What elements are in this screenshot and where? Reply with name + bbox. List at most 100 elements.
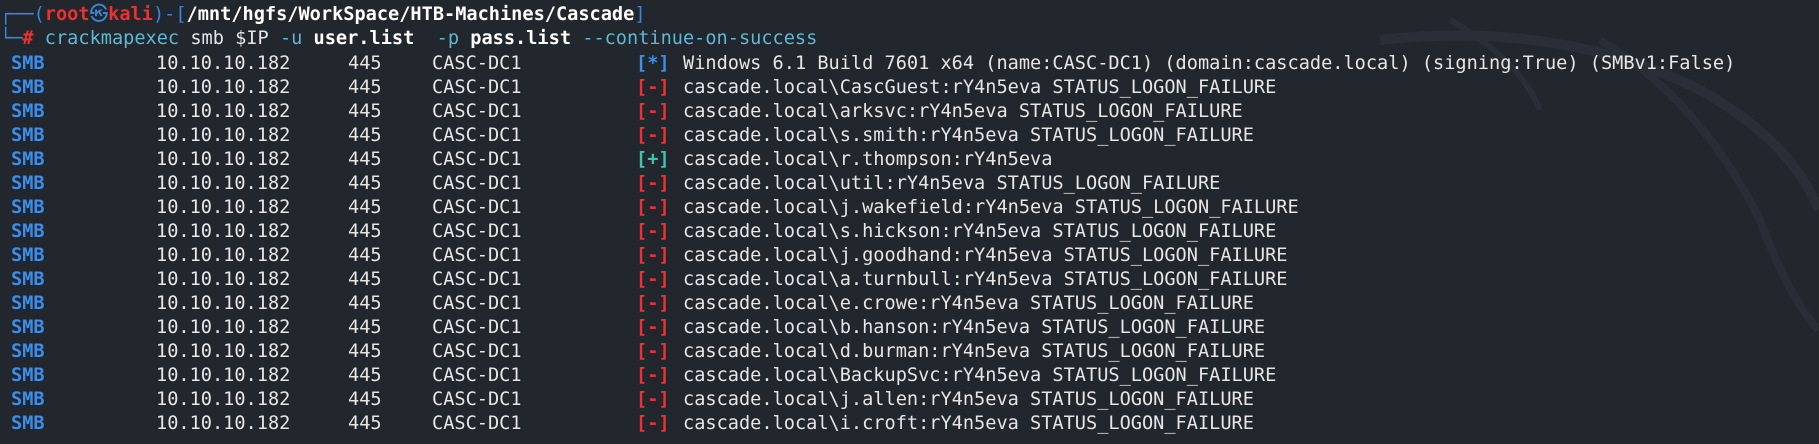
row-message: cascade.local\j.allen:rY4n5eva STATUS_LO… — [683, 389, 1254, 410]
command-line[interactable]: └─# crackmapexec smb $IP -u user.list -p… — [0, 27, 817, 51]
output-row: SMB 10.10.10.182 445 CASC-DC1 [+] cascade.loc… — [0, 148, 1819, 172]
command-program: crackmapexec — [44, 28, 180, 49]
command-user-flag: -u — [279, 28, 303, 49]
row-message: cascade.local\d.burman:rY4n5eva STATUS_L… — [683, 341, 1266, 362]
output-row: SMB 10.10.10.182 445 CASC-DC1 [-] cascade.loc… — [0, 100, 1819, 124]
row-port: 445 — [348, 173, 382, 194]
row-message: Windows 6.1 Build 7601 x64 (name:CASC-DC… — [683, 53, 1736, 74]
command-option: --continue-on-success — [582, 28, 818, 49]
row-hostname: CASC-DC1 — [432, 245, 522, 266]
row-protocol: SMB — [11, 269, 45, 290]
row-ip: 10.10.10.182 — [156, 365, 291, 386]
terminal-window[interactable]: ┌──(root㉿kali)-[/mnt/hgfs/WorkSpace/HTB-… — [0, 0, 1819, 444]
row-port: 445 — [348, 341, 382, 362]
row-hostname: CASC-DC1 — [432, 173, 522, 194]
row-status-badge: [-] — [636, 389, 670, 410]
output-row: SMB 10.10.10.182 445 CASC-DC1 [-] cascade.loc… — [0, 124, 1819, 148]
row-port: 445 — [348, 221, 382, 242]
row-port: 445 — [348, 317, 382, 338]
row-ip: 10.10.10.182 — [156, 173, 291, 194]
row-status-badge: [-] — [636, 341, 670, 362]
prompt-corner: ┌──( — [0, 4, 45, 25]
row-hostname: CASC-DC1 — [432, 413, 522, 434]
row-message: cascade.local\util:rY4n5eva STATUS_LOGON… — [683, 173, 1221, 194]
row-protocol: SMB — [11, 173, 45, 194]
command-pass-file: pass.list — [470, 28, 572, 49]
output-row: SMB 10.10.10.182 445 CASC-DC1 [*] Windows 6.1… — [0, 52, 1819, 76]
row-port: 445 — [348, 197, 382, 218]
prompt-corner-bottom: └─ — [0, 28, 23, 49]
row-protocol: SMB — [11, 53, 45, 74]
row-status-badge: [-] — [636, 101, 670, 122]
prompt-user: root — [44, 4, 90, 25]
output-row: SMB 10.10.10.182 445 CASC-DC1 [-] cascade.loc… — [0, 340, 1819, 364]
row-message: cascade.local\i.croft:rY4n5eva STATUS_LO… — [683, 413, 1254, 434]
output-row: SMB 10.10.10.182 445 CASC-DC1 [-] cascade.loc… — [0, 172, 1819, 196]
row-message: cascade.local\j.wakefield:rY4n5eva STATU… — [683, 197, 1299, 218]
row-protocol: SMB — [11, 365, 45, 386]
row-ip: 10.10.10.182 — [156, 413, 291, 434]
row-port: 445 — [348, 293, 382, 314]
row-protocol: SMB — [11, 197, 45, 218]
prompt-symbol: # — [22, 28, 34, 49]
row-status-badge: [-] — [636, 413, 670, 434]
row-status-badge: [-] — [636, 77, 670, 98]
row-hostname: CASC-DC1 — [432, 149, 522, 170]
row-ip: 10.10.10.182 — [156, 245, 291, 266]
row-hostname: CASC-DC1 — [432, 317, 522, 338]
row-ip: 10.10.10.182 — [156, 125, 291, 146]
row-message: cascade.local\arksvc:rY4n5eva STATUS_LOG… — [683, 101, 1243, 122]
output-row: SMB 10.10.10.182 445 CASC-DC1 [-] cascade.loc… — [0, 388, 1819, 412]
command-pass-flag: -p — [436, 28, 460, 49]
row-ip: 10.10.10.182 — [156, 221, 291, 242]
prompt-skull-icon: ㉿ — [89, 4, 109, 25]
row-protocol: SMB — [11, 317, 45, 338]
output-row: SMB 10.10.10.182 445 CASC-DC1 [-] cascade.loc… — [0, 196, 1819, 220]
row-message: cascade.local\b.hanson:rY4n5eva STATUS_L… — [683, 317, 1266, 338]
row-status-badge: [-] — [636, 365, 670, 386]
row-port: 445 — [348, 149, 382, 170]
row-protocol: SMB — [11, 125, 45, 146]
row-status-badge: [*] — [636, 53, 670, 74]
row-ip: 10.10.10.182 — [156, 101, 291, 122]
row-protocol: SMB — [11, 149, 45, 170]
row-ip: 10.10.10.182 — [156, 341, 291, 362]
row-port: 445 — [348, 101, 382, 122]
row-status-badge: [-] — [636, 197, 670, 218]
row-hostname: CASC-DC1 — [432, 293, 522, 314]
output-row: SMB 10.10.10.182 445 CASC-DC1 [-] cascade.loc… — [0, 364, 1819, 388]
row-message: cascade.local\CascGuest:rY4n5eva STATUS_… — [683, 77, 1277, 98]
row-hostname: CASC-DC1 — [432, 365, 522, 386]
command-user-file: user.list — [313, 28, 415, 49]
row-ip: 10.10.10.182 — [156, 197, 291, 218]
row-status-badge: [-] — [636, 269, 670, 290]
prompt-line: ┌──(root㉿kali)-[/mnt/hgfs/WorkSpace/HTB-… — [0, 4, 646, 25]
output-row: SMB 10.10.10.182 445 CASC-DC1 [-] cascade.loc… — [0, 268, 1819, 292]
row-hostname: CASC-DC1 — [432, 53, 522, 74]
row-port: 445 — [348, 77, 382, 98]
prompt-host: kali — [108, 4, 153, 25]
output-row: SMB 10.10.10.182 445 CASC-DC1 [-] cascade.loc… — [0, 316, 1819, 340]
prompt-path: /mnt/hgfs/WorkSpace/HTB-Machines/Cascade — [186, 4, 635, 25]
row-protocol: SMB — [11, 101, 45, 122]
row-port: 445 — [348, 389, 382, 410]
row-status-badge: [+] — [636, 149, 670, 170]
row-hostname: CASC-DC1 — [432, 101, 522, 122]
row-status-badge: [-] — [636, 245, 670, 266]
row-message: cascade.local\r.thompson:rY4n5eva — [683, 149, 1053, 170]
row-protocol: SMB — [11, 341, 45, 362]
row-port: 445 — [348, 125, 382, 146]
row-port: 445 — [348, 245, 382, 266]
row-hostname: CASC-DC1 — [432, 197, 522, 218]
row-ip: 10.10.10.182 — [156, 269, 291, 290]
command-protocol: smb — [190, 28, 224, 49]
command-target: $IP — [235, 28, 269, 49]
row-ip: 10.10.10.182 — [156, 293, 291, 314]
output-row: SMB 10.10.10.182 445 CASC-DC1 [-] cascade.loc… — [0, 76, 1819, 100]
row-protocol: SMB — [11, 293, 45, 314]
row-hostname: CASC-DC1 — [432, 221, 522, 242]
row-protocol: SMB — [11, 77, 45, 98]
row-protocol: SMB — [11, 245, 45, 266]
output-row: SMB 10.10.10.182 445 CASC-DC1 [-] cascade.loc… — [0, 292, 1819, 316]
row-ip: 10.10.10.182 — [156, 149, 291, 170]
